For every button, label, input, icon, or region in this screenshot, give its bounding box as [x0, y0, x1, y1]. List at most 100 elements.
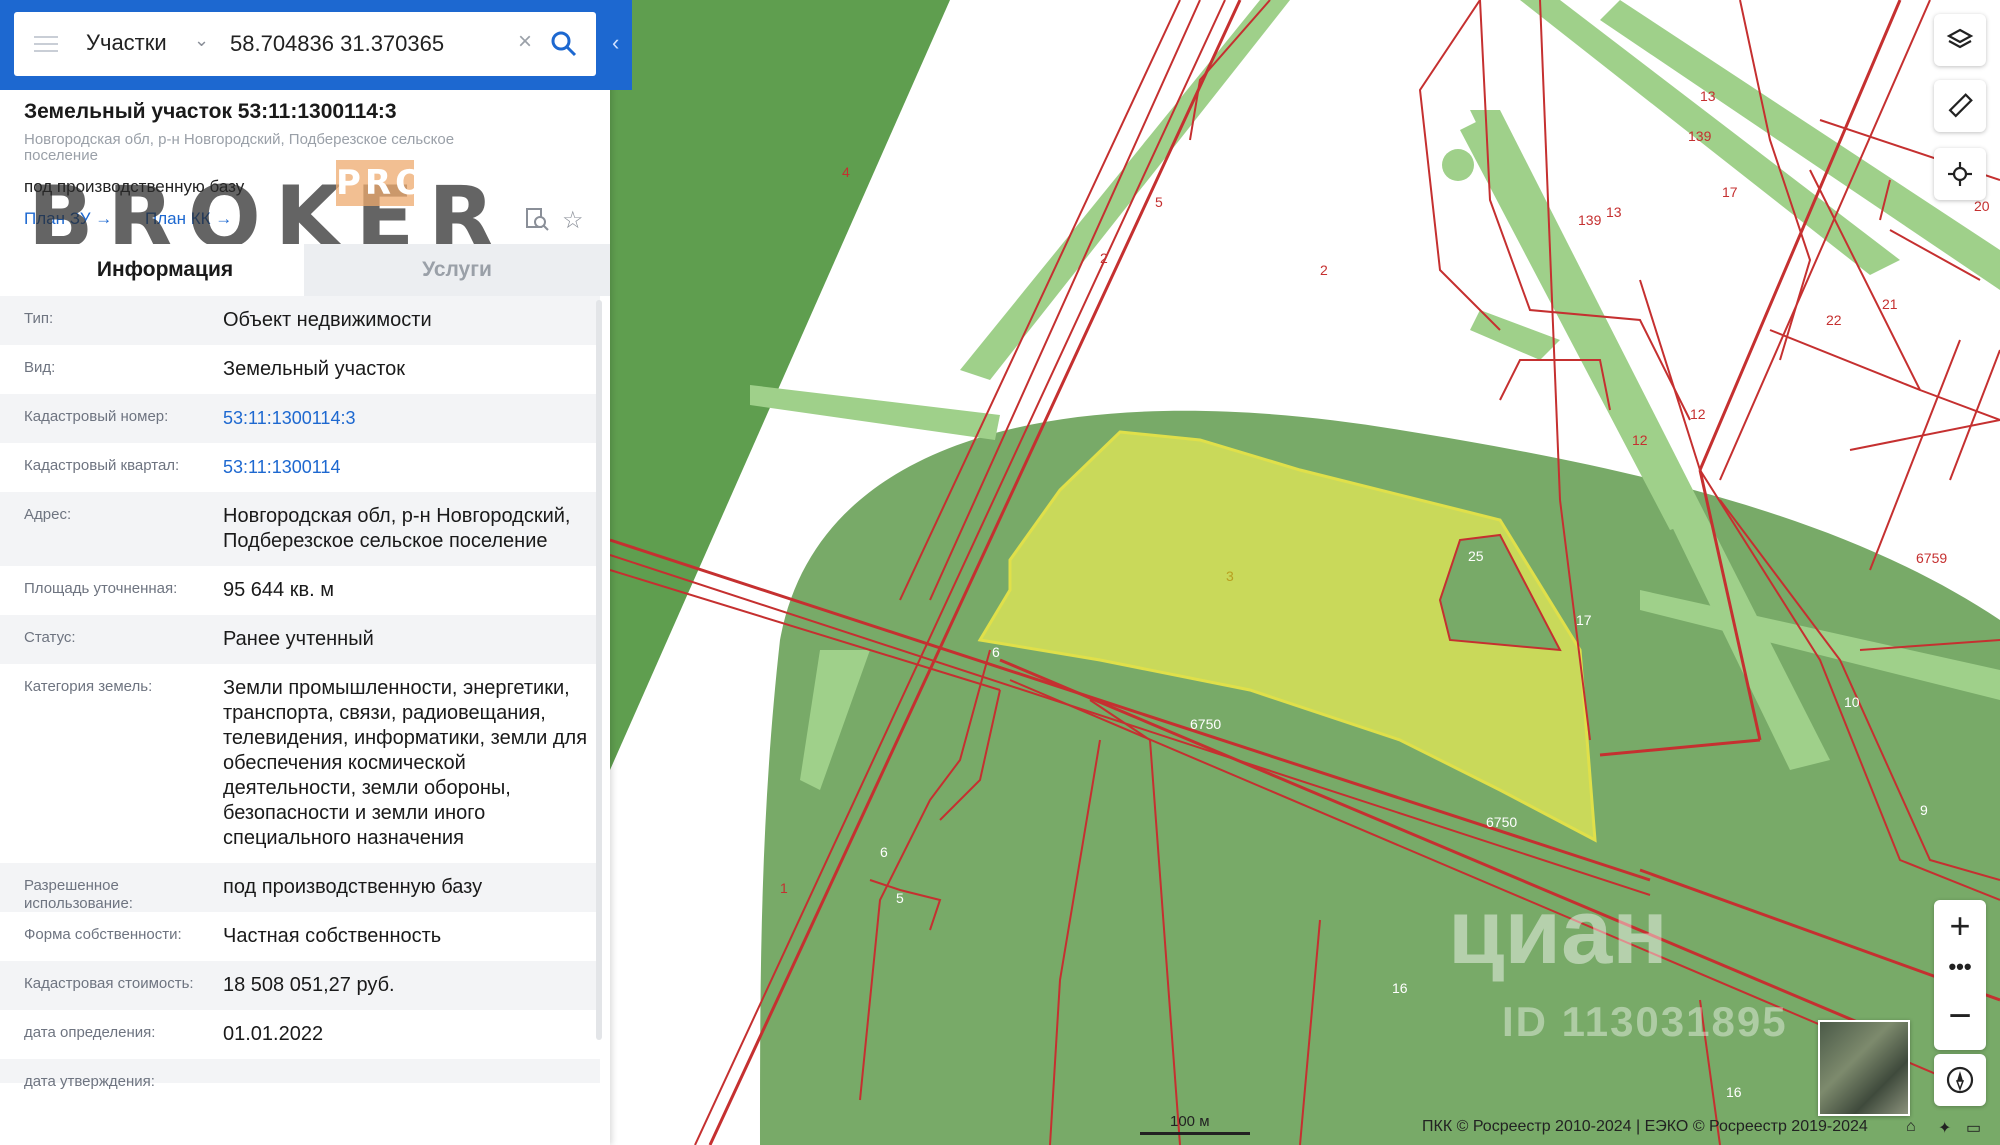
parcel-label: 5: [896, 890, 904, 906]
green-node: [1442, 149, 1474, 181]
tab-services[interactable]: Услуги: [304, 244, 610, 296]
parcel-label: 6750: [1486, 814, 1518, 830]
parcel-label: 9: [1920, 802, 1928, 818]
property-table: Тип: Объект недвижимости Вид: Земельный …: [0, 296, 600, 1090]
parcel-label: 12: [1632, 432, 1648, 448]
row-label: Форма собственности:: [24, 926, 182, 943]
cian-watermark: циан: [1448, 881, 1668, 983]
parcel-label: 6750: [1190, 716, 1222, 732]
table-row: Категория земель: Земли промышленности, …: [0, 664, 600, 863]
table-row: Кадастровая стоимость: 18 508 051,27 руб…: [0, 961, 600, 1010]
search-input[interactable]: [228, 26, 492, 62]
search-icon[interactable]: [548, 28, 580, 60]
row-label: Статус:: [24, 629, 76, 646]
table-row: Статус: Ранее учтенный: [0, 615, 600, 664]
screen-icon[interactable]: ▭: [1966, 1118, 1981, 1138]
favorite-star-icon[interactable]: ☆: [562, 206, 584, 235]
map-copyright: ПКК © Росреестр 2010-2024 | ЕЭКО © Росре…: [1422, 1118, 1868, 1135]
row-value: 01.01.2022: [223, 1023, 324, 1045]
parcel-label: 16: [1726, 1084, 1742, 1100]
find-on-map-icon[interactable]: [524, 206, 550, 232]
zoom-in-button[interactable]: +: [1934, 900, 1986, 952]
parcel-label: 12: [1690, 406, 1706, 422]
tab-information[interactable]: Информация: [30, 244, 300, 296]
parcel-label: 6: [992, 644, 1000, 660]
zoom-more-button[interactable]: •••: [1934, 950, 1986, 990]
locate-button[interactable]: [1934, 148, 1986, 200]
parcel-label: 25: [1468, 548, 1484, 564]
layers-button[interactable]: [1934, 14, 1986, 66]
parcel-label: 1: [780, 880, 788, 896]
parcel-label: 21: [1882, 296, 1898, 312]
row-label: Адрес:: [24, 506, 72, 523]
parcel-label-selected: 3: [1226, 568, 1234, 584]
parcel-label: 2: [1100, 250, 1108, 266]
home-icon[interactable]: ⌂: [1906, 1118, 1916, 1136]
crosshair-icon: [1948, 162, 1972, 186]
info-panel: Участки ⌄ × ‹ Земельный участок 53:11:13…: [0, 0, 632, 1145]
parcel-label: 17: [1576, 612, 1592, 628]
row-label: Кадастровая стоимость:: [24, 975, 194, 992]
row-value: Земельный участок: [223, 358, 406, 380]
parcel-label: 4: [842, 164, 850, 180]
table-row: Кадастровый номер: 53:11:1300114:3: [0, 394, 600, 443]
parcel-label: 6759: [1916, 550, 1948, 566]
row-label: Разрешенное использование:: [24, 877, 133, 912]
row-label: Вид:: [24, 359, 56, 376]
compass-icon: [1946, 1066, 1974, 1094]
zoom-out-button[interactable]: −: [1934, 990, 1986, 1046]
table-row: дата утверждения:: [0, 1059, 600, 1090]
ruler-icon: [1948, 93, 1973, 118]
compass-button[interactable]: [1934, 1054, 1986, 1106]
parcel-label: 13: [1606, 204, 1622, 220]
cian-listing-id: ID 113031895: [1502, 998, 1788, 1045]
measure-button[interactable]: [1934, 80, 1986, 132]
table-row: Вид: Земельный участок: [0, 345, 600, 394]
cadastral-quarter-link[interactable]: 53:11:1300114: [223, 443, 593, 492]
table-row: Кадастровый квартал: 53:11:1300114: [0, 443, 600, 492]
pro-badge: PRO: [336, 160, 424, 206]
layers-icon: [1946, 28, 1974, 49]
row-label: Кадастровый квартал:: [24, 457, 180, 474]
zoom-controls: + ••• −: [1934, 900, 1986, 1050]
row-value: 95 644 кв. м: [223, 579, 334, 601]
parcel-address-short: Новгородская обл, р-н Новгородский, Подб…: [24, 131, 455, 164]
parcel-label: 139: [1578, 212, 1602, 228]
search-box: Участки ⌄ ×: [14, 12, 596, 76]
parcel-label: 139: [1688, 128, 1712, 144]
row-label: дата определения:: [24, 1024, 156, 1041]
panel-tabs: Информация Услуги: [0, 244, 610, 296]
page-title: Земельный участок 53:11:1300114:3: [24, 100, 397, 123]
close-icon[interactable]: ×: [518, 28, 532, 56]
parcel-label: 13: [1700, 88, 1716, 104]
row-value: Частная собственность: [223, 925, 442, 947]
pin-icon[interactable]: ✦: [1938, 1118, 1951, 1138]
parcel-label: 6: [880, 844, 888, 860]
cadastral-number-link[interactable]: 53:11:1300114:3: [223, 394, 593, 443]
row-value: [223, 1059, 593, 1083]
row-label: Площадь уточненная:: [24, 580, 178, 597]
parcel-label: 10: [1844, 694, 1860, 710]
row-value: 18 508 051,27 руб.: [223, 974, 395, 996]
row-value: Земли промышленности, энергетики, трансп…: [223, 677, 588, 849]
row-value: Объект недвижимости: [223, 309, 432, 331]
layer-select[interactable]: Участки: [86, 30, 167, 56]
search-bar: Участки ⌄ × ‹: [0, 0, 632, 90]
satellite-toggle[interactable]: [1818, 1020, 1910, 1116]
row-label: Кадастровый номер:: [24, 408, 169, 425]
table-row: дата определения: 01.01.2022: [0, 1010, 600, 1059]
row-label: Тип:: [24, 310, 54, 327]
menu-icon[interactable]: [34, 36, 58, 52]
parcel-label: 17: [1722, 184, 1738, 200]
table-row: Разрешенное использование: под производс…: [0, 863, 600, 912]
collapse-panel-icon[interactable]: ‹: [612, 30, 619, 56]
row-value: Ранее учтенный: [223, 628, 374, 650]
row-value: Новгородская обл, р-н Новгородский, Подб…: [223, 505, 571, 552]
panel-scrollbar[interactable]: [596, 300, 602, 1040]
parcel-label: 5: [1155, 194, 1163, 210]
table-row: Адрес: Новгородская обл, р-н Новгородски…: [0, 492, 600, 566]
table-row: Форма собственности: Частная собственнос…: [0, 912, 600, 961]
chevron-down-icon[interactable]: ⌄: [194, 30, 209, 51]
table-row: Тип: Объект недвижимости: [0, 296, 600, 345]
parcel-label: 22: [1826, 312, 1842, 328]
